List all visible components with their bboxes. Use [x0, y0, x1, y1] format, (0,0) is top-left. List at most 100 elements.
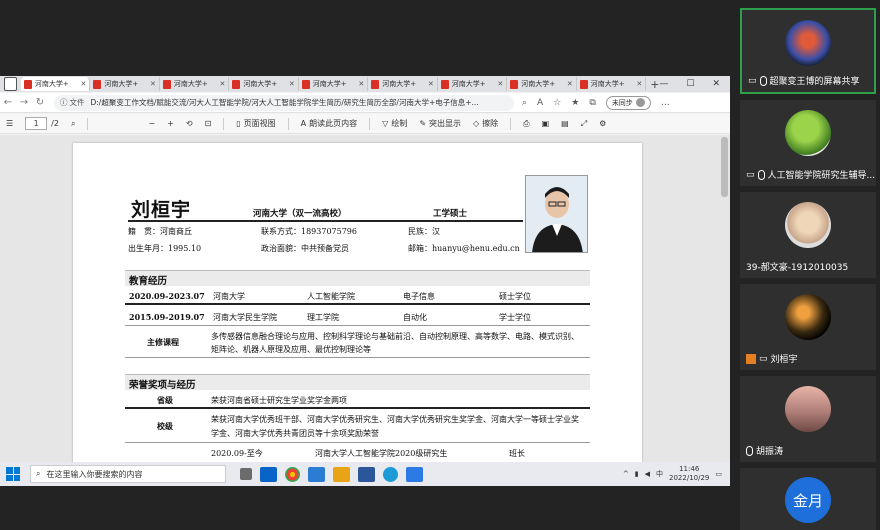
browser-tab[interactable]: 河南大学+ ✕	[229, 77, 299, 91]
browser-tab[interactable]: 河南大学+ ✕	[507, 77, 577, 91]
page-view-icon: ▯	[236, 119, 241, 128]
file-explorer-icon[interactable]	[333, 466, 350, 482]
mic-icon	[759, 75, 767, 86]
save-as-icon[interactable]: ▤	[561, 119, 569, 128]
browser-tab[interactable]: 河南大学+ ✕	[299, 77, 369, 91]
participant-tile[interactable]: ▭ 刘桓宇	[740, 284, 876, 370]
outlook-icon[interactable]	[260, 466, 277, 482]
close-tab-icon[interactable]: ✕	[567, 80, 573, 88]
rotate-icon[interactable]: ⟲	[186, 119, 193, 128]
close-tab-icon[interactable]: ✕	[428, 80, 434, 88]
contents-icon[interactable]: ☰	[6, 119, 13, 128]
favorite-icon[interactable]: ☆	[553, 98, 561, 108]
browser-tab[interactable]: 河南大学+ ✕	[90, 77, 160, 91]
window-controls: — ☐ ✕	[659, 79, 730, 89]
minimize-icon[interactable]: —	[659, 79, 668, 89]
participant-tile[interactable]: ▭ 超聚变王博的屏幕共享	[740, 8, 876, 94]
table-row: 省级 荣获河南省硕士研究生学业奖学金两项	[125, 392, 590, 409]
pdf-icon	[371, 79, 380, 89]
close-window-icon[interactable]: ✕	[713, 79, 721, 89]
resume-page: 刘桓宇 河南大学（双一流高校） 工学硕士 籍 贯：河南商丘 联系方式：18937…	[73, 143, 642, 462]
notification-icon[interactable]: ▭	[715, 470, 722, 478]
close-tab-icon[interactable]: ✕	[219, 80, 225, 88]
participant-tile[interactable]: 胡振涛	[740, 376, 876, 462]
window-menu-icon[interactable]	[4, 77, 17, 91]
table-row: 2020.09-2023.07 河南大学 人工智能学院 电子信息 硕士学位	[125, 288, 590, 305]
close-tab-icon[interactable]: ✕	[358, 80, 364, 88]
edge-icon[interactable]	[383, 466, 398, 482]
fullscreen-icon[interactable]: ⤢	[581, 119, 587, 129]
participant-tile[interactable]: ▭ 人工智能学院研究生辅导...	[740, 100, 876, 186]
meeting-app-icon[interactable]	[308, 466, 325, 482]
browser-tab[interactable]: 河南大学+ ✕	[160, 77, 230, 91]
page-view-button[interactable]: ▯ 页面视图	[236, 118, 275, 129]
fit-page-icon[interactable]: ⊡	[205, 119, 212, 128]
taskbar-search-input[interactable]: ⌕ 在这里输入你要搜索的内容	[30, 465, 226, 483]
address-bar[interactable]: ⓘ 文件 D:/超聚变工作文档/赋能交流/河大人工智能学院/河大人工智能学院学生…	[54, 94, 514, 111]
settings-icon[interactable]: ⚙	[599, 119, 606, 128]
tray-arrow-icon[interactable]: ^	[623, 470, 629, 478]
close-tab-icon[interactable]: ✕	[497, 80, 503, 88]
sync-button[interactable]: 未同步	[605, 95, 651, 110]
volume-icon[interactable]: ◀	[645, 470, 650, 478]
avatar	[785, 294, 831, 340]
close-tab-icon[interactable]: ✕	[289, 80, 295, 88]
favorites-list-icon[interactable]: ★	[571, 98, 579, 108]
word-icon[interactable]	[358, 466, 375, 482]
zoom-in-icon[interactable]: +	[167, 119, 174, 128]
divider	[287, 117, 289, 130]
forward-icon[interactable]: →	[16, 97, 32, 108]
browser-tab[interactable]: 河南大学+ ✕	[20, 77, 91, 91]
ime-indicator[interactable]: 中	[656, 469, 663, 479]
info-icon[interactable]: ⓘ	[60, 97, 68, 108]
search-icon[interactable]: ⌕	[71, 119, 75, 129]
save-icon[interactable]: ▣	[542, 119, 550, 128]
close-tab-icon[interactable]: ✕	[80, 80, 86, 88]
avatar: 金月	[785, 477, 831, 523]
network-icon[interactable]: ▮	[635, 470, 639, 478]
system-tray: ^ ▮ ◀ 中 11:46 2022/10/29 ▭	[623, 465, 730, 483]
page-number-input[interactable]: 1	[25, 117, 48, 130]
zoom-out-icon[interactable]: −	[148, 119, 155, 128]
highlight-button[interactable]: ✎ 突出显示	[419, 118, 461, 129]
draw-button[interactable]: ▽ 绘制	[382, 118, 407, 129]
participant-tile[interactable]: 39-郝文豪-1912010035	[740, 192, 876, 278]
close-tab-icon[interactable]: ✕	[636, 80, 642, 88]
new-tab-icon[interactable]: +	[650, 78, 659, 91]
more-icon[interactable]: …	[661, 98, 670, 108]
participant-tile[interactable]: 金月	[740, 468, 876, 530]
print-icon[interactable]: ⎙	[523, 119, 529, 129]
close-tab-icon[interactable]: ✕	[150, 80, 156, 88]
photos-icon[interactable]	[406, 466, 423, 482]
screen-share-icon: ▭	[759, 353, 768, 364]
clock[interactable]: 11:46 2022/10/29	[669, 465, 709, 483]
pdf-viewport[interactable]: 刘桓宇 河南大学（双一流高校） 工学硕士 籍 贯：河南商丘 联系方式：18937…	[0, 135, 730, 462]
table-row: 2015.09-2019.07 河南大学民生学院 理工学院 自动化 学士学位	[125, 307, 590, 326]
start-icon[interactable]	[6, 467, 20, 481]
shared-screen: 河南大学+ ✕ 河南大学+ ✕ 河南大学+ ✕ 河南大学+ ✕ 河南大学+ ✕ 河南大学+…	[0, 76, 730, 486]
back-icon[interactable]: ←	[0, 97, 16, 108]
highlight-icon: ✎	[419, 119, 427, 128]
erase-button[interactable]: ◇ 擦除	[473, 118, 498, 129]
read-aloud-button[interactable]: A 朗读此页内容	[301, 118, 357, 129]
hometown: 籍 贯：河南商丘	[128, 227, 192, 236]
refresh-icon[interactable]: ↻	[32, 97, 48, 108]
browser-tab[interactable]: 河南大学+ ✕	[438, 77, 508, 91]
table-row: 2020.09-至今 河南大学人工智能学院2020级研究生 班长	[211, 449, 525, 458]
zoom-icon[interactable]: ⌕	[522, 98, 527, 108]
divider	[369, 117, 371, 130]
section-education: 教育经历	[125, 270, 590, 287]
maximize-icon[interactable]: ☐	[686, 79, 694, 89]
browser-tab[interactable]: 河南大学+ ✕	[577, 77, 647, 91]
screen-share-icon: ▭	[748, 75, 757, 86]
browser-tab[interactable]: 河南大学+ ✕	[368, 77, 438, 91]
mic-icon	[746, 445, 753, 456]
vertical-scrollbar[interactable]	[721, 137, 728, 197]
avatar	[785, 110, 831, 156]
chrome-icon[interactable]	[285, 466, 300, 482]
draw-icon: ▽	[382, 119, 389, 128]
pdf-icon	[579, 79, 588, 89]
task-view-icon[interactable]	[240, 468, 252, 480]
read-mode-icon[interactable]: A	[537, 98, 543, 108]
collections-icon[interactable]: ⧉	[589, 98, 595, 108]
